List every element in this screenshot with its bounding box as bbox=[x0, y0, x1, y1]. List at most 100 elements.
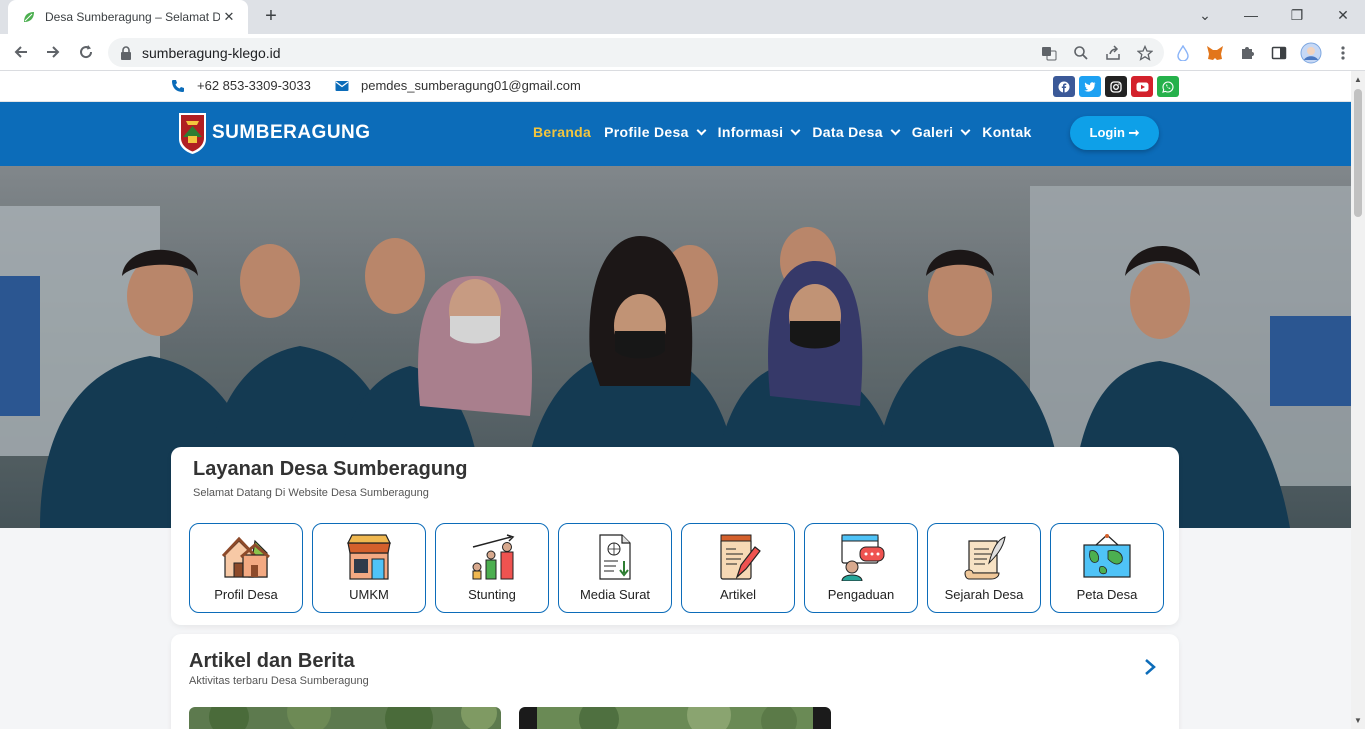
chevron-down-icon bbox=[960, 125, 971, 135]
nav-data-desa[interactable]: Data Desa bbox=[812, 124, 901, 140]
youtube-icon[interactable] bbox=[1131, 76, 1153, 97]
service-label: Stunting bbox=[468, 587, 516, 602]
url-text: sumberagung-klego.id bbox=[142, 44, 281, 61]
map-icon bbox=[1083, 534, 1131, 578]
email-contact[interactable]: pemdes_sumberagung01@gmail.com bbox=[335, 78, 581, 93]
browser-menu-icon[interactable] bbox=[1332, 42, 1354, 64]
browser-tab-strip: Desa Sumberagung – Selamat Datang ✕ + ⌄ … bbox=[0, 0, 1365, 34]
new-tab-button[interactable]: + bbox=[259, 4, 283, 28]
email-address: pemdes_sumberagung01@gmail.com bbox=[361, 78, 581, 93]
chevron-down-icon bbox=[790, 125, 801, 135]
address-bar[interactable]: sumberagung-klego.id bbox=[108, 38, 1164, 67]
services-grid: Profil Desa UMKM Stunting Media Surat Ar… bbox=[189, 523, 1164, 613]
article-thumbnail[interactable] bbox=[519, 707, 831, 729]
metamask-fox-icon[interactable] bbox=[1204, 42, 1226, 64]
tab-title: Desa Sumberagung – Selamat Datang bbox=[45, 10, 220, 24]
service-label: Media Surat bbox=[579, 587, 651, 602]
login-button[interactable]: Login ➞ bbox=[1070, 116, 1159, 150]
village-emblem-logo bbox=[179, 113, 206, 154]
phone-contact[interactable]: +62 853-3309-3033 bbox=[171, 78, 311, 93]
browser-toolbar: sumberagung-klego.id bbox=[0, 34, 1365, 71]
document-download-icon bbox=[599, 534, 631, 580]
service-label: Profil Desa bbox=[214, 587, 278, 602]
articles-card: Artikel dan Berita Aktivitas terbaru Des… bbox=[171, 634, 1179, 729]
side-panel-icon[interactable] bbox=[1268, 42, 1290, 64]
envelope-icon bbox=[335, 80, 349, 91]
article-thumbnail[interactable] bbox=[189, 707, 501, 729]
service-stunting[interactable]: Stunting bbox=[435, 523, 549, 613]
page-scrollbar[interactable]: ▲ ▼ bbox=[1351, 71, 1365, 729]
profile-avatar-icon[interactable] bbox=[1300, 42, 1322, 64]
growth-family-icon bbox=[472, 534, 515, 580]
social-links bbox=[1053, 76, 1179, 97]
phone-icon bbox=[172, 79, 184, 92]
articles-title: Artikel dan Berita bbox=[189, 650, 355, 672]
web-page: +62 853-3309-3033 pemdes_sumberagung01@g… bbox=[0, 71, 1351, 729]
water-drop-extension-icon[interactable] bbox=[1172, 42, 1194, 64]
close-window-button[interactable]: ✕ bbox=[1320, 0, 1365, 30]
translate-icon[interactable] bbox=[1040, 44, 1058, 62]
instagram-icon[interactable] bbox=[1105, 76, 1127, 97]
scroll-quill-icon bbox=[964, 536, 1006, 580]
whatsapp-icon[interactable] bbox=[1157, 76, 1179, 97]
minimize-button[interactable]: — bbox=[1228, 0, 1274, 30]
service-label: UMKM bbox=[349, 587, 389, 602]
scroll-up-icon[interactable]: ▲ bbox=[1354, 75, 1362, 84]
restore-button[interactable]: ❐ bbox=[1274, 0, 1320, 30]
services-title: Layanan Desa Sumberagung bbox=[193, 458, 468, 480]
reload-icon[interactable] bbox=[73, 39, 99, 65]
service-media-surat[interactable]: Media Surat bbox=[558, 523, 672, 613]
service-sejarah-desa[interactable]: Sejarah Desa bbox=[927, 523, 1041, 613]
nav-kontak-label: Kontak bbox=[982, 124, 1032, 140]
chevron-down-icon bbox=[696, 125, 707, 135]
shop-icon bbox=[347, 534, 391, 580]
complaint-chat-icon bbox=[841, 534, 885, 581]
service-label: Sejarah Desa bbox=[944, 587, 1024, 602]
service-label: Pengaduan bbox=[827, 587, 895, 602]
service-pengaduan[interactable]: Pengaduan bbox=[804, 523, 918, 613]
scroll-down-icon[interactable]: ▼ bbox=[1354, 716, 1362, 725]
nav-galeri[interactable]: Galeri bbox=[911, 124, 971, 140]
nav-galeri-label: Galeri bbox=[911, 124, 954, 140]
bookmark-star-icon[interactable] bbox=[1136, 44, 1154, 62]
nav-beranda-label: Beranda bbox=[533, 124, 592, 140]
service-profil-desa[interactable]: Profil Desa bbox=[189, 523, 303, 613]
nav-profile-desa[interactable]: Profile Desa bbox=[604, 124, 707, 140]
main-menu: Beranda Profile Desa Informasi Data Desa… bbox=[533, 124, 1032, 140]
main-navbar: SUMBERAGUNG Beranda Profile Desa Informa… bbox=[0, 102, 1351, 166]
nav-kontak[interactable]: Kontak bbox=[982, 124, 1031, 140]
tab-search-chevron-icon[interactable]: ⌄ bbox=[1182, 0, 1228, 30]
site-favicon-icon bbox=[24, 12, 34, 22]
service-artikel[interactable]: Artikel bbox=[681, 523, 795, 613]
facebook-icon[interactable] bbox=[1053, 76, 1075, 97]
contact-topbar: +62 853-3309-3033 pemdes_sumberagung01@g… bbox=[0, 71, 1351, 102]
share-icon[interactable] bbox=[1104, 44, 1122, 62]
extensions-puzzle-icon[interactable] bbox=[1236, 42, 1258, 64]
brand-name: SUMBERAGUNG bbox=[212, 122, 371, 143]
service-label: Artikel bbox=[719, 587, 757, 602]
articles-subtitle: Aktivitas terbaru Desa Sumberagung bbox=[189, 675, 369, 687]
brand-logo-link[interactable]: SUMBERAGUNG bbox=[177, 111, 371, 155]
notepad-pen-icon bbox=[720, 534, 761, 580]
scroll-thumb[interactable] bbox=[1354, 89, 1362, 217]
lock-icon bbox=[121, 45, 131, 60]
chevron-right-icon[interactable] bbox=[1143, 658, 1157, 676]
services-subtitle: Selamat Datang Di Website Desa Sumberagu… bbox=[193, 487, 429, 499]
phone-number: +62 853-3309-3033 bbox=[197, 78, 311, 93]
nav-data-desa-label: Data Desa bbox=[812, 124, 883, 140]
twitter-icon[interactable] bbox=[1079, 76, 1101, 97]
service-peta-desa[interactable]: Peta Desa bbox=[1050, 523, 1164, 613]
nav-informasi[interactable]: Informasi bbox=[717, 124, 801, 140]
nav-profile-desa-label: Profile Desa bbox=[604, 124, 689, 140]
service-umkm[interactable]: UMKM bbox=[312, 523, 426, 613]
zoom-icon[interactable] bbox=[1072, 44, 1090, 62]
village-houses-icon bbox=[221, 536, 270, 578]
back-arrow-icon[interactable] bbox=[8, 39, 34, 65]
browser-tab-active[interactable]: Desa Sumberagung – Selamat Datang ✕ bbox=[8, 0, 248, 34]
nav-beranda[interactable]: Beranda bbox=[533, 124, 591, 140]
services-card: Layanan Desa Sumberagung Selamat Datang … bbox=[171, 447, 1179, 625]
chevron-down-icon bbox=[890, 125, 901, 135]
forward-arrow-icon[interactable] bbox=[40, 39, 66, 65]
nav-informasi-label: Informasi bbox=[717, 124, 784, 140]
tab-close-icon[interactable]: ✕ bbox=[220, 9, 238, 25]
